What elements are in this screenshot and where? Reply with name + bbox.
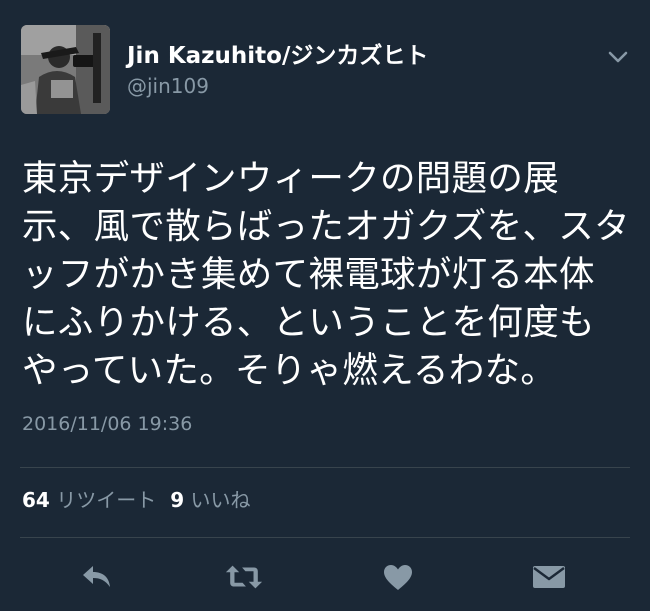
tweet-card: Jin Kazuhito/ジンカズヒト @jin109 東京デザインウィークの問… xyxy=(0,0,650,611)
avatar[interactable] xyxy=(21,25,110,114)
like-button[interactable] xyxy=(378,559,418,595)
like-stat-label: いいね xyxy=(190,488,251,512)
retweet-button[interactable] xyxy=(224,559,264,595)
tweet-timestamp[interactable]: 2016/11/06 19:36 xyxy=(22,412,192,436)
like-stat[interactable]: 9 いいね xyxy=(170,488,250,512)
tweet-text: 東京デザインウィークの問題の展示、風で散らばったオガクズを、スタッフがかき集めて… xyxy=(22,158,630,391)
retweet-stat-label: リツイート xyxy=(56,488,157,512)
tweet-stats: 64 リツイート 9 いいね xyxy=(22,488,250,512)
divider xyxy=(20,537,630,538)
retweet-count: 64 xyxy=(22,488,50,512)
retweet-icon xyxy=(225,565,263,589)
user-handle[interactable]: @jin109 xyxy=(127,74,209,98)
direct-message-button[interactable] xyxy=(529,559,569,595)
avatar-photo-icon xyxy=(21,25,110,114)
retweet-stat[interactable]: 64 リツイート xyxy=(22,488,156,512)
heart-icon xyxy=(384,565,412,590)
chevron-down-icon[interactable] xyxy=(604,47,632,67)
direct-message-icon xyxy=(533,566,565,588)
divider xyxy=(20,467,630,468)
reply-icon xyxy=(83,566,110,587)
like-count: 9 xyxy=(170,488,185,512)
display-name[interactable]: Jin Kazuhito/ジンカズヒト xyxy=(127,42,428,70)
reply-button[interactable] xyxy=(77,559,117,595)
